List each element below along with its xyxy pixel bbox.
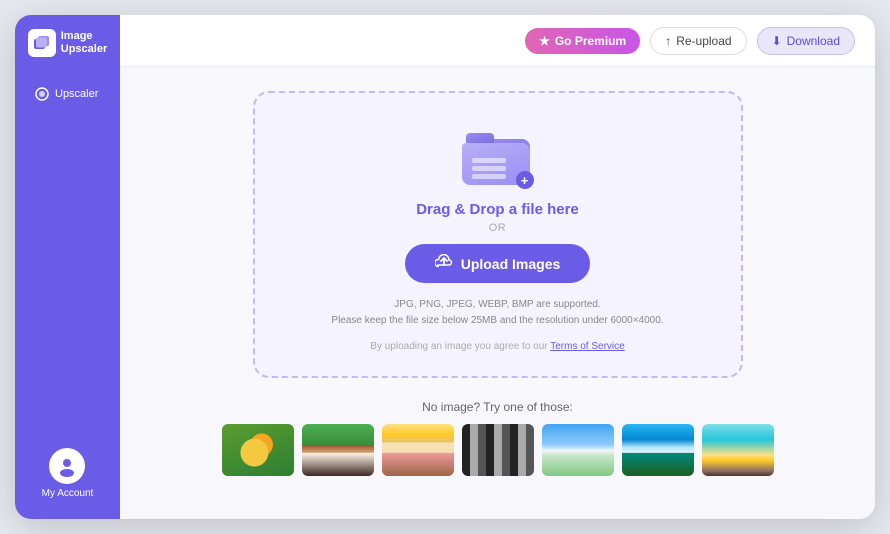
upload-images-button[interactable]: Upload Images [405,244,591,283]
sample-thumb-6[interactable] [622,424,694,476]
app-logo: Image Upscaler [28,29,107,57]
reupload-icon: ↑ [665,34,671,48]
drag-drop-text: Drag & Drop a file here [416,201,579,218]
account-avatar[interactable] [49,448,85,484]
logo-icon [28,29,56,57]
go-premium-button[interactable]: ★ Go Premium [525,28,640,54]
sidebar-item-label: Upscaler [55,88,98,100]
dropzone[interactable]: + Drag & Drop a file here OR Upload Imag… [253,91,743,378]
sample-thumb-2[interactable] [302,424,374,476]
reupload-label: Re-upload [676,34,731,48]
sidebar: Image Upscaler Upscaler My Account [15,15,120,519]
terms-of-service-link[interactable]: Terms of Service [550,341,624,352]
samples-row [253,424,743,476]
terms-text: By uploading an image you agree to our T… [370,341,624,352]
download-icon: ⬇ [772,34,782,48]
sample-thumb-7[interactable] [702,424,774,476]
sample-thumb-4[interactable] [462,424,534,476]
or-divider: OR [489,222,507,234]
app-window: Image Upscaler Upscaler My Account [15,15,875,519]
content-area: + Drag & Drop a file here OR Upload Imag… [120,67,875,519]
topbar: ★ Go Premium ↑ Re-upload ⬇ Download [120,15,875,67]
download-button[interactable]: ⬇ Download [757,27,855,55]
samples-label: No image? Try one of those: [253,400,743,414]
sidebar-item-upscaler[interactable]: Upscaler [25,81,110,107]
download-label: Download [787,34,840,48]
premium-label: Go Premium [555,34,626,48]
upload-cloud-icon [435,254,453,273]
sample-thumb-5[interactable] [542,424,614,476]
star-icon: ★ [539,34,550,48]
folder-tab [466,133,494,143]
supported-formats-text: JPG, PNG, JPEG, WEBP, BMP are supported.… [331,297,663,329]
account-label: My Account [42,488,94,499]
plus-badge-icon: + [516,171,534,189]
logo-text: Image Upscaler [61,30,107,56]
folder-icon: + [462,125,534,185]
sample-thumb-3[interactable] [382,424,454,476]
sample-thumb-1[interactable] [222,424,294,476]
main-content: ★ Go Premium ↑ Re-upload ⬇ Download [120,15,875,519]
reupload-button[interactable]: ↑ Re-upload [650,27,746,55]
folder-doc-1 [472,158,506,163]
folder-docs [472,158,506,179]
samples-section: No image? Try one of those: [253,400,743,476]
folder-doc-2 [472,166,506,171]
sidebar-bottom: My Account [42,448,94,499]
folder-doc-3 [472,174,506,179]
upload-button-label: Upload Images [461,256,561,272]
